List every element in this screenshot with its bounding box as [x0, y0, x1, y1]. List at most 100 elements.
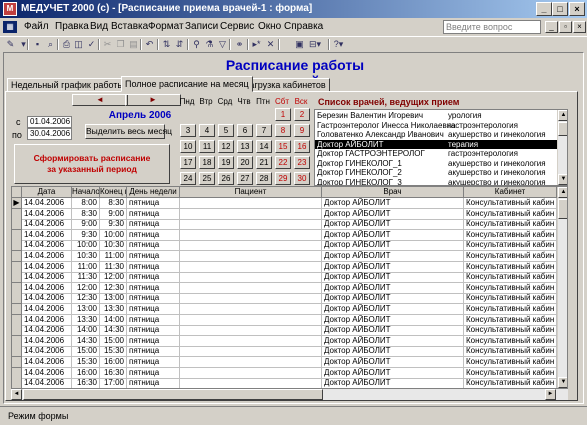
table-cell[interactable]	[180, 367, 322, 379]
table-cell[interactable]: Консультативный кабин	[464, 240, 557, 252]
column-header[interactable]: Конец п	[100, 187, 127, 198]
form-icon[interactable]: ▦	[3, 21, 17, 33]
menu-file[interactable]: Файл	[24, 21, 49, 32]
date-from-input[interactable]: 01.04.2006	[27, 116, 72, 128]
table-cell[interactable]: 8:30	[72, 208, 100, 220]
table-cell[interactable]: пятница	[127, 240, 180, 252]
calendar-day-button[interactable]: 22	[275, 156, 291, 169]
table-cell[interactable]	[180, 378, 322, 388]
table-cell[interactable]: Консультативный кабин	[464, 304, 557, 315]
calendar-day-button[interactable]: 14	[256, 140, 272, 153]
tab-monthly[interactable]: Полное расписание на месяц	[121, 76, 253, 92]
row-selector[interactable]	[12, 325, 22, 337]
table-cell[interactable]: пятница	[127, 208, 180, 220]
table-cell[interactable]: 16:30	[72, 378, 100, 388]
table-cell[interactable]: пятница	[127, 229, 180, 241]
table-cell[interactable]: пятница	[127, 293, 180, 305]
table-cell[interactable]: 10:30	[100, 240, 127, 252]
table-cell[interactable]: 14:00	[100, 314, 127, 326]
next-month-button[interactable]: ►	[125, 94, 181, 106]
row-selector[interactable]	[12, 282, 22, 294]
ask-question-input[interactable]: Введите вопрос	[443, 20, 541, 34]
calendar-day-button[interactable]: 10	[180, 140, 196, 153]
doctor-list-item[interactable]: Доктор АЙБОЛИТ терапия	[315, 139, 567, 149]
doc-close-button[interactable]: ×	[573, 21, 586, 33]
table-cell[interactable]: 9:00	[72, 219, 100, 231]
cut-icon[interactable]: ✂	[102, 39, 113, 49]
table-cell[interactable]: 11:00	[100, 251, 127, 262]
table-cell[interactable]	[180, 272, 322, 284]
paste-icon[interactable]: ▤	[128, 39, 139, 49]
table-cell[interactable]: Доктор АЙБОЛИТ	[322, 346, 464, 358]
table-cell[interactable]: пятница	[127, 304, 180, 315]
table-cell[interactable]: 10:00	[100, 229, 127, 241]
calendar-day-button[interactable]: 25	[199, 172, 215, 185]
row-selector[interactable]	[12, 335, 22, 347]
table-cell[interactable]	[180, 304, 322, 315]
table-cell[interactable]: Консультативный кабин	[464, 367, 557, 379]
table-row[interactable]: 14.04.2006 15:30 16:00 пятница Доктор АЙБОЛИ…	[12, 357, 557, 368]
copy-icon[interactable]: ❐	[115, 39, 126, 49]
prev-month-button[interactable]: ◄	[72, 94, 128, 106]
table-cell[interactable]: 9:00	[100, 208, 127, 220]
calendar-day-button[interactable]: 5	[218, 124, 234, 137]
table-cell[interactable]: 14.04.2006	[22, 325, 72, 337]
table-cell[interactable]	[180, 325, 322, 337]
table-cell[interactable]	[180, 240, 322, 252]
table-cell[interactable]: Доктор АЙБОЛИТ	[322, 357, 464, 368]
apply-filter-icon[interactable]: ▽	[217, 39, 228, 49]
table-cell[interactable]	[180, 357, 322, 368]
table-cell[interactable]: 12:30	[100, 282, 127, 294]
row-selector[interactable]	[12, 357, 22, 368]
table-cell[interactable]	[180, 335, 322, 347]
table-cell[interactable]: 12:00	[100, 272, 127, 284]
table-cell[interactable]: пятница	[127, 367, 180, 379]
table-cell[interactable]: Консультативный кабин	[464, 219, 557, 231]
new-record-icon[interactable]: ▸*	[251, 39, 262, 49]
table-cell[interactable]: 13:00	[100, 293, 127, 305]
table-cell[interactable]: 14:00	[72, 325, 100, 337]
calendar-day-button[interactable]: 6	[237, 124, 253, 137]
scroll-thumb[interactable]	[558, 199, 567, 219]
calendar-day-button[interactable]: 16	[294, 140, 310, 153]
table-cell[interactable]: Консультативный кабин	[464, 251, 557, 262]
table-cell[interactable]: 14.04.2006	[22, 208, 72, 220]
doctor-list-item[interactable]: Доктор ГИНЕКОЛОГ_1 акушерство и гинеколог…	[315, 159, 567, 168]
calendar-day-button[interactable]: 30	[294, 172, 310, 185]
help-icon[interactable]: ?▾	[333, 39, 344, 49]
table-row[interactable]: 14.04.2006 9:30 10:00 пятница Доктор АЙБОЛИТ…	[12, 229, 557, 241]
row-selector[interactable]	[12, 219, 22, 231]
table-cell[interactable]: Консультативный кабин	[464, 357, 557, 368]
table-cell[interactable]: Доктор АЙБОЛИТ	[322, 240, 464, 252]
menu-help[interactable]: Справка	[284, 21, 323, 32]
table-cell[interactable]: 14.04.2006	[22, 229, 72, 241]
grid-corner[interactable]	[12, 187, 22, 198]
print-icon[interactable]: ⎙	[61, 39, 72, 49]
table-cell[interactable]: 14.04.2006	[22, 346, 72, 358]
row-selector[interactable]	[12, 367, 22, 379]
menu-edit[interactable]: Правка	[55, 21, 89, 32]
calendar-day-button[interactable]: 24	[180, 172, 196, 185]
table-cell[interactable]: Доктор АЙБОЛИТ	[322, 198, 464, 209]
table-cell[interactable]: Консультативный кабин	[464, 272, 557, 284]
table-cell[interactable]: пятница	[127, 219, 180, 231]
doctors-list[interactable]: Березин Валентин Игоревич урология Гастроэ…	[314, 109, 568, 186]
doctor-list-item[interactable]: Гастроэнтеролог Инесса Николаевна гастроэ…	[315, 121, 567, 130]
table-cell[interactable]: 9:30	[100, 219, 127, 231]
table-cell[interactable]: Консультативный кабин	[464, 346, 557, 358]
table-cell[interactable]: пятница	[127, 282, 180, 294]
table-cell[interactable]: 13:30	[72, 314, 100, 326]
doc-minimize-button[interactable]: _	[545, 21, 558, 33]
table-cell[interactable]: 8:00	[72, 198, 100, 209]
table-cell[interactable]: Доктор АЙБОЛИТ	[322, 251, 464, 262]
table-cell[interactable]: 14.04.2006	[22, 198, 72, 209]
menu-tools[interactable]: Сервис	[220, 21, 254, 32]
column-header[interactable]: Кабинет	[464, 187, 557, 198]
table-row[interactable]: 14.04.2006 10:00 10:30 пятница Доктор АЙБОЛИ…	[12, 240, 557, 252]
table-row[interactable]: 14.04.2006 13:00 13:30 пятница Доктор АЙБОЛИ…	[12, 304, 557, 315]
maximize-button[interactable]: □	[552, 2, 568, 16]
scroll-down-icon[interactable]: ▼	[558, 377, 567, 388]
table-row[interactable]: 14.04.2006 14:30 15:00 пятница Доктор АЙБОЛИ…	[12, 335, 557, 347]
table-row[interactable]: 14.04.2006 15:00 15:30 пятница Доктор АЙБОЛИ…	[12, 346, 557, 358]
row-selector[interactable]	[12, 304, 22, 315]
